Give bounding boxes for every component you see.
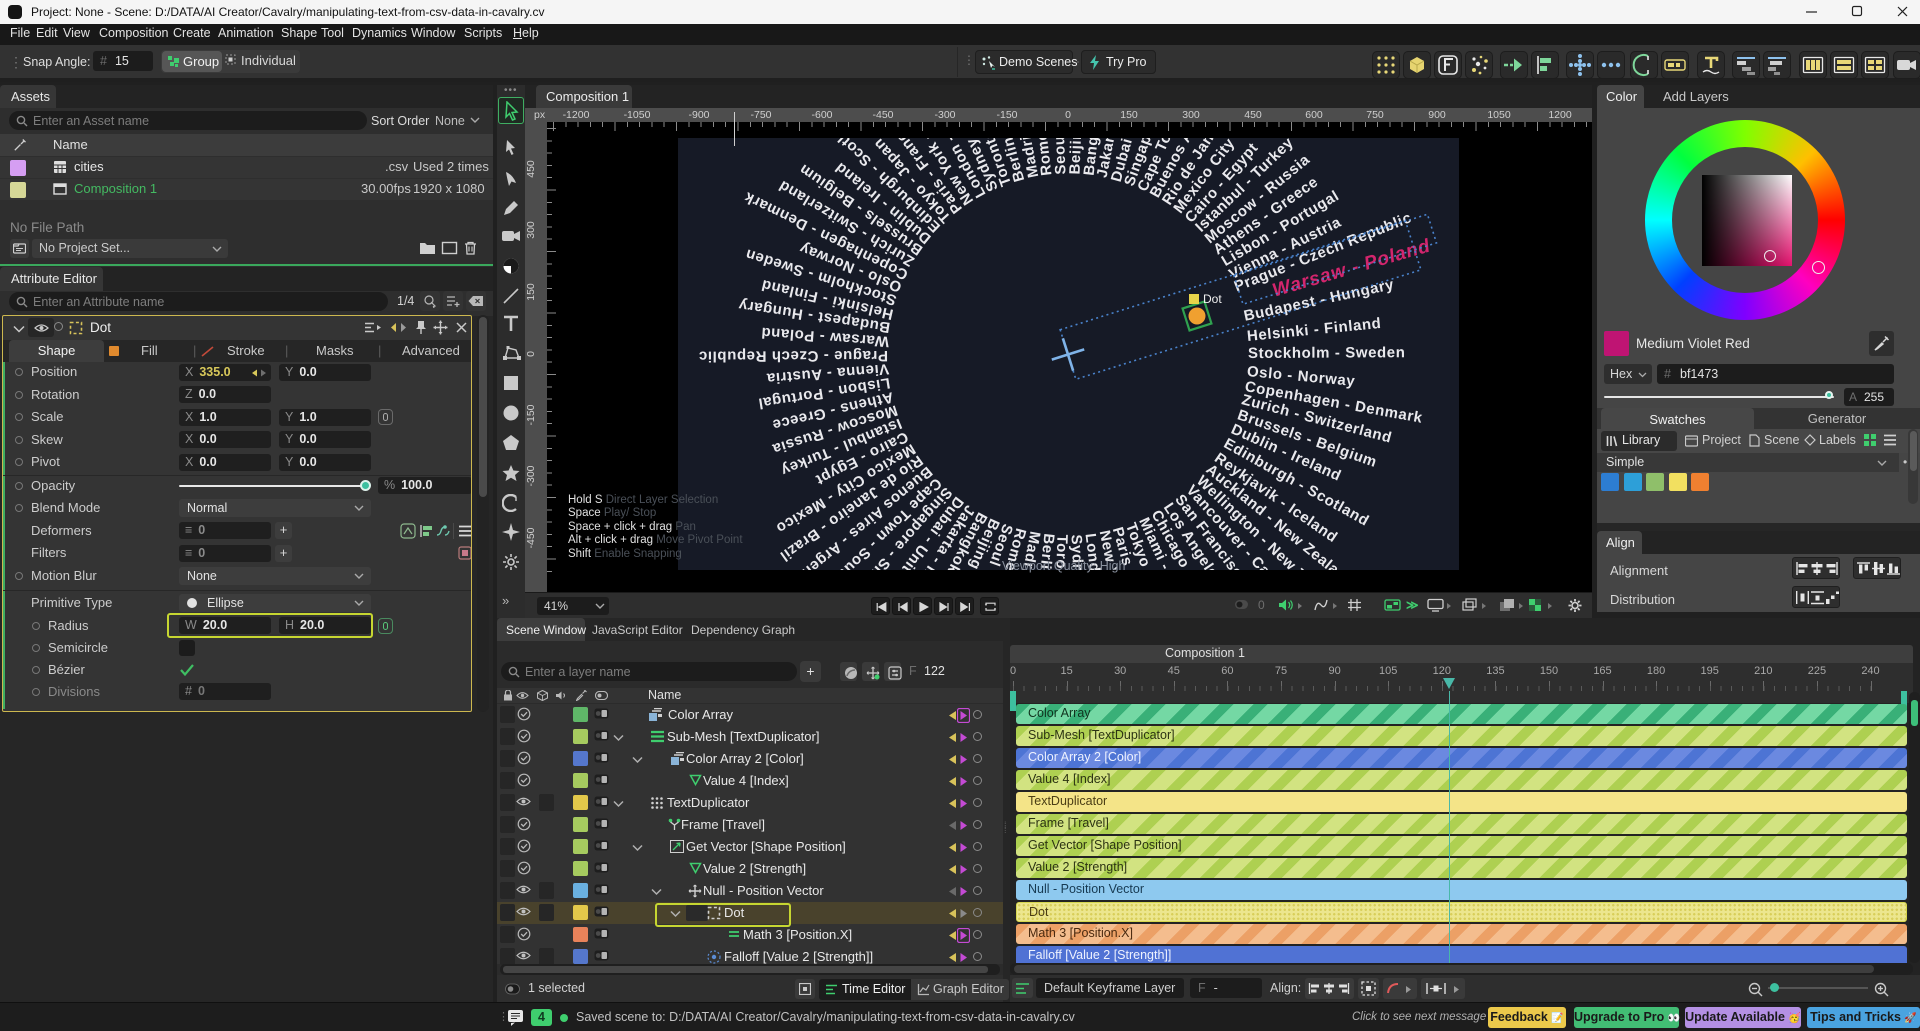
svg-text:Dot: Dot (1203, 292, 1222, 306)
